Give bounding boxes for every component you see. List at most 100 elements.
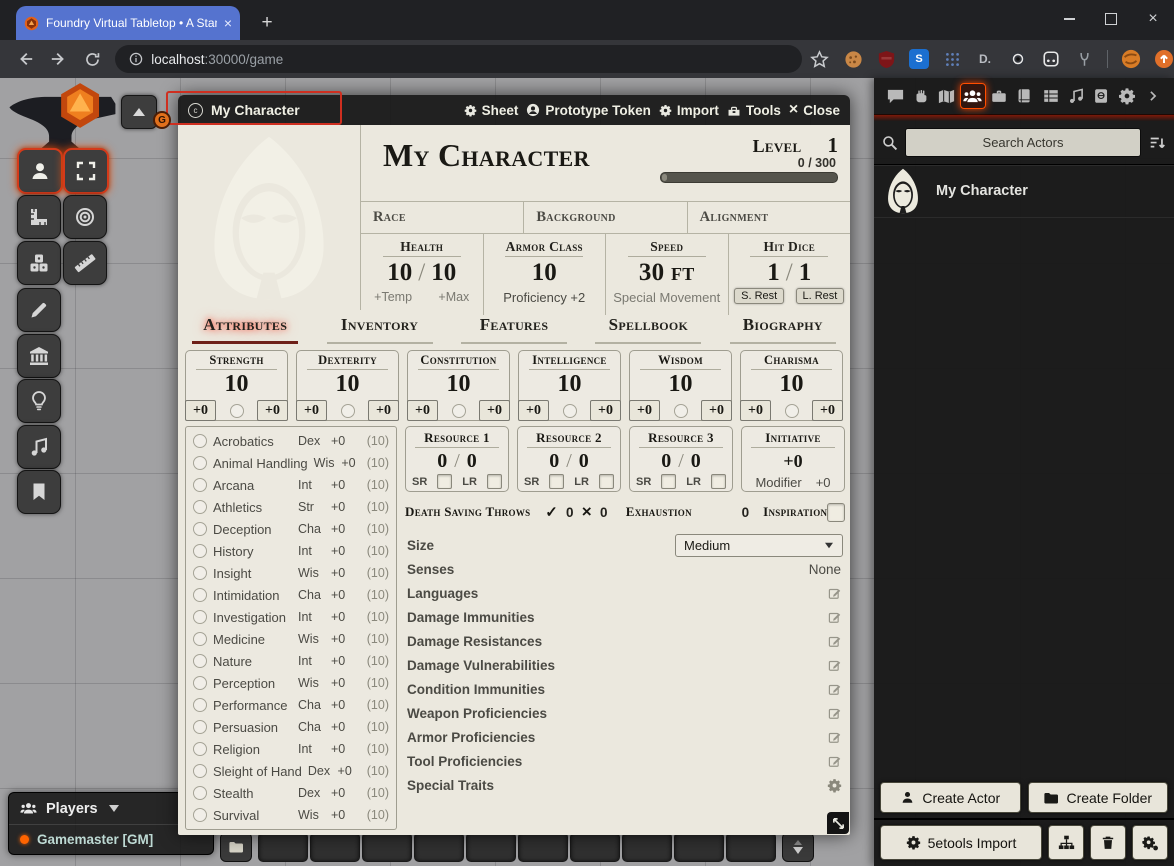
race-field[interactable]: Race (361, 202, 523, 233)
resource-block[interactable]: Resource 3 0/0 SR LR (629, 426, 733, 492)
temp-max-label[interactable]: +Max (438, 290, 469, 304)
skill-row[interactable]: Intimidation Cha +0 (10) (193, 585, 389, 605)
skill-row[interactable]: Medicine Wis +0 (10) (193, 629, 389, 649)
window-titlebar[interactable]: c My Character Sheet Prototype Token Imp… (178, 95, 850, 125)
resource-block[interactable]: Resource 2 0/0 SR LR (517, 426, 621, 492)
exhaustion-value[interactable]: 0 (692, 505, 749, 520)
folder-tree-button[interactable] (1048, 825, 1084, 860)
skill-row[interactable]: Arcana Int +0 (10) (193, 475, 389, 495)
notes-controls-button[interactable] (17, 470, 61, 514)
skill-row[interactable]: Survival Wis +0 (10) (193, 805, 389, 825)
ability-block[interactable]: Charisma 10 +0 +0 (740, 350, 843, 421)
edit-icon[interactable] (828, 658, 842, 672)
death-fail-icon[interactable]: × (582, 502, 592, 522)
ability-save[interactable]: +0 (518, 400, 549, 421)
game-canvas[interactable]: Players Gamemaster [GM] G c My Character (0, 78, 1174, 866)
s-extension-icon[interactable]: S (909, 49, 929, 69)
ability-block[interactable]: Wisdom 10 +0 +0 (629, 350, 732, 421)
skill-proficiency-radio[interactable] (193, 654, 207, 668)
ability-mod[interactable]: +0 (479, 400, 510, 421)
special-movement-label[interactable]: Special Movement (613, 290, 720, 305)
ability-save[interactable]: +0 (740, 400, 771, 421)
macro-slot[interactable] (466, 832, 516, 862)
resource-value[interactable]: 0/0 (406, 450, 508, 472)
short-rest-button[interactable]: S. Rest (734, 288, 784, 304)
journal-notes-button[interactable] (17, 334, 61, 378)
skill-row[interactable]: Perception Wis +0 (10) (193, 673, 389, 693)
skill-proficiency-radio[interactable] (193, 786, 207, 800)
configure-button[interactable] (1132, 825, 1168, 860)
edit-icon[interactable] (828, 634, 842, 648)
token-controls-button[interactable] (17, 148, 63, 194)
xp-text[interactable]: 0 / 300 (656, 156, 836, 170)
ability-score[interactable]: 10 (519, 372, 620, 396)
tab-attributes[interactable]: Attributes (178, 315, 312, 345)
skill-row[interactable]: Sleight of Hand Dex +0 (10) (193, 761, 389, 781)
configure-traits-gear-icon[interactable] (827, 778, 842, 793)
skill-proficiency-radio[interactable] (193, 544, 207, 558)
delete-button[interactable] (1090, 825, 1126, 860)
skill-row[interactable]: Investigation Int +0 (10) (193, 607, 389, 627)
modifier-value[interactable]: +0 (816, 475, 831, 490)
browser-tab[interactable]: Foundry Virtual Tabletop • A Stan × (16, 6, 240, 40)
resource-block[interactable]: Resource 1 0/0 SR LR (405, 426, 509, 492)
save-proficiency-radio[interactable] (563, 404, 577, 418)
tab-playlists[interactable] (1064, 84, 1088, 108)
sidebar-collapse-button[interactable] (1141, 84, 1165, 108)
macro-slot[interactable] (674, 832, 724, 862)
dice-tray-button[interactable] (17, 241, 61, 285)
template-tool-button[interactable] (63, 195, 107, 239)
sr-checkbox[interactable] (437, 474, 452, 489)
skill-row[interactable]: Stealth Dex +0 (10) (193, 783, 389, 803)
ability-score[interactable]: 10 (408, 372, 509, 396)
shield-extension-icon[interactable] (876, 49, 896, 69)
close-window-button[interactable]: × Close (789, 102, 840, 118)
tab-scenes[interactable] (934, 84, 958, 108)
skill-row[interactable]: Persuasion Cha +0 (10) (193, 717, 389, 737)
ability-block[interactable]: Constitution 10 +0 +0 (407, 350, 510, 421)
ability-mod[interactable]: +0 (701, 400, 732, 421)
tab-compendium[interactable] (1090, 84, 1114, 108)
tab-spellbook[interactable]: Spellbook (581, 315, 715, 345)
skill-row[interactable]: Athletics Str +0 (10) (193, 497, 389, 517)
skill-proficiency-radio[interactable] (193, 500, 207, 514)
macro-slot[interactable] (622, 832, 672, 862)
actor-list-item[interactable]: My Character (874, 165, 1174, 218)
skill-row[interactable]: Nature Int +0 (10) (193, 651, 389, 671)
search-input[interactable] (905, 128, 1141, 157)
skill-proficiency-radio[interactable] (193, 434, 207, 448)
death-success-icon[interactable]: ✓ (545, 503, 558, 521)
alignment-field[interactable]: Alignment (687, 202, 850, 233)
initiative-value[interactable]: +0 (742, 450, 844, 472)
ability-save[interactable]: +0 (629, 400, 660, 421)
tab-features[interactable]: Features (447, 315, 581, 345)
sr-checkbox[interactable] (549, 474, 564, 489)
controls-collapse-button[interactable] (121, 95, 157, 129)
create-actor-button[interactable]: Create Actor (880, 782, 1021, 813)
back-button[interactable] (8, 44, 42, 74)
ability-score[interactable]: 10 (741, 372, 842, 396)
death-fail-count[interactable]: 0 (592, 505, 616, 520)
speed-value[interactable]: 30 ft (606, 259, 728, 287)
ability-mod[interactable]: +0 (590, 400, 621, 421)
macro-slot[interactable] (414, 832, 464, 862)
save-proficiency-radio[interactable] (341, 404, 355, 418)
level-value[interactable]: 1 (828, 133, 839, 158)
drawing-tools-button[interactable] (17, 288, 61, 332)
prototype-token-button[interactable]: Prototype Token (526, 103, 651, 118)
skill-proficiency-radio[interactable] (193, 522, 207, 536)
sound-controls-button[interactable] (17, 425, 61, 469)
ability-save[interactable]: +0 (185, 400, 216, 421)
tab-actors[interactable] (960, 83, 986, 109)
create-folder-button[interactable]: Create Folder (1028, 782, 1169, 813)
skill-row[interactable]: History Int +0 (10) (193, 541, 389, 561)
tab-items[interactable] (987, 84, 1011, 108)
macro-slot[interactable] (362, 832, 412, 862)
profile-avatar[interactable] (1121, 49, 1141, 69)
skill-proficiency-radio[interactable] (193, 610, 207, 624)
window-maximize-button[interactable] (1090, 0, 1132, 38)
initiative-block[interactable]: Initiative +0 Modifier+0 (741, 426, 845, 492)
skill-proficiency-radio[interactable] (193, 566, 207, 580)
skill-proficiency-radio[interactable] (193, 456, 207, 470)
bookmark-star-icon[interactable] (810, 50, 829, 69)
